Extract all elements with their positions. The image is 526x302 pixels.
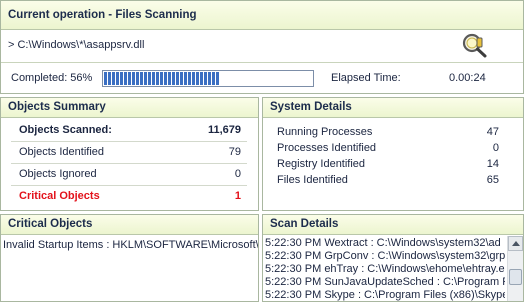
summary-label: Objects Ignored	[19, 168, 97, 180]
elapsed-time-label: Elapsed Time:	[331, 72, 401, 84]
current-operation-panel: Current operation - Files Scanning > C:\…	[0, 0, 524, 94]
system-value: 65	[486, 174, 499, 186]
summary-value: 0	[234, 168, 241, 180]
summary-row-scanned: Objects Scanned: 11,679	[11, 120, 247, 142]
scroll-up-button[interactable]	[508, 236, 523, 251]
scan-details-list[interactable]: 5:22:30 PM Wextract : C:\Windows\system3…	[265, 237, 505, 301]
summary-row-ignored: Objects Ignored 0	[11, 164, 247, 186]
scan-progress-bar	[102, 70, 314, 87]
summary-label: Objects Identified	[19, 146, 104, 158]
scan-log-line: 5:22:30 PM GrpConv : C:\Windows\system32…	[265, 250, 505, 262]
system-value: 14	[486, 158, 499, 170]
scan-details-panel: Scan Details 5:22:30 PM Wextract : C:\Wi…	[262, 214, 524, 302]
objects-summary-title: Objects Summary	[1, 98, 258, 118]
current-operation-title: Current operation - Files Scanning	[1, 1, 523, 30]
summary-label: Critical Objects	[19, 190, 100, 202]
objects-summary-panel: Objects Summary Objects Scanned: 11,679 …	[0, 97, 259, 211]
system-value: 47	[486, 126, 499, 138]
critical-objects-panel: Critical Objects Invalid Startup Items :…	[0, 214, 259, 302]
current-file-path: > C:\Windows\*\asappsrv.dll	[8, 39, 145, 51]
summary-value: 11,679	[207, 124, 241, 136]
critical-object-item[interactable]: Invalid Startup Items : HKLM\SOFTWARE\Mi…	[3, 239, 258, 251]
system-label: Running Processes	[277, 126, 373, 138]
magnifier-icon	[461, 31, 489, 59]
operation-divider	[1, 62, 523, 63]
system-details-panel: System Details Running Processes 47 Proc…	[262, 97, 524, 211]
completed-label: Completed: 56%	[11, 72, 93, 84]
system-details-title: System Details	[263, 98, 523, 118]
summary-value: 1	[234, 190, 241, 202]
summary-row-critical[interactable]: Critical Objects 1	[11, 186, 247, 208]
summary-label: Objects Scanned:	[19, 124, 112, 136]
system-value: 0	[492, 142, 499, 154]
scan-log-line: 5:22:30 PM ehTray : C:\Windows\ehome\eht…	[265, 263, 505, 275]
scan-log-line: 5:22:30 PM Wextract : C:\Windows\system3…	[265, 237, 501, 249]
scroll-thumb[interactable]	[509, 269, 522, 285]
critical-objects-title: Critical Objects	[1, 215, 258, 235]
summary-row-identified: Objects Identified 79	[11, 142, 247, 164]
system-label: Files Identified	[277, 174, 348, 186]
scan-progress-fill	[104, 72, 221, 85]
scan-log-line: 5:22:30 PM SunJavaUpdateSched : C:\Progr…	[265, 276, 505, 288]
system-label: Registry Identified	[277, 158, 366, 170]
arrow-up-icon	[512, 241, 520, 246]
scan-details-title: Scan Details	[263, 215, 523, 235]
scan-log-line: 5:22:30 PM Skype : C:\Program Files (x86…	[265, 289, 505, 301]
system-label: Processes Identified	[277, 142, 377, 154]
scan-details-scrollbar[interactable]	[507, 236, 523, 301]
elapsed-time-value: 0.00:24	[449, 72, 486, 84]
summary-value: 79	[228, 146, 241, 158]
